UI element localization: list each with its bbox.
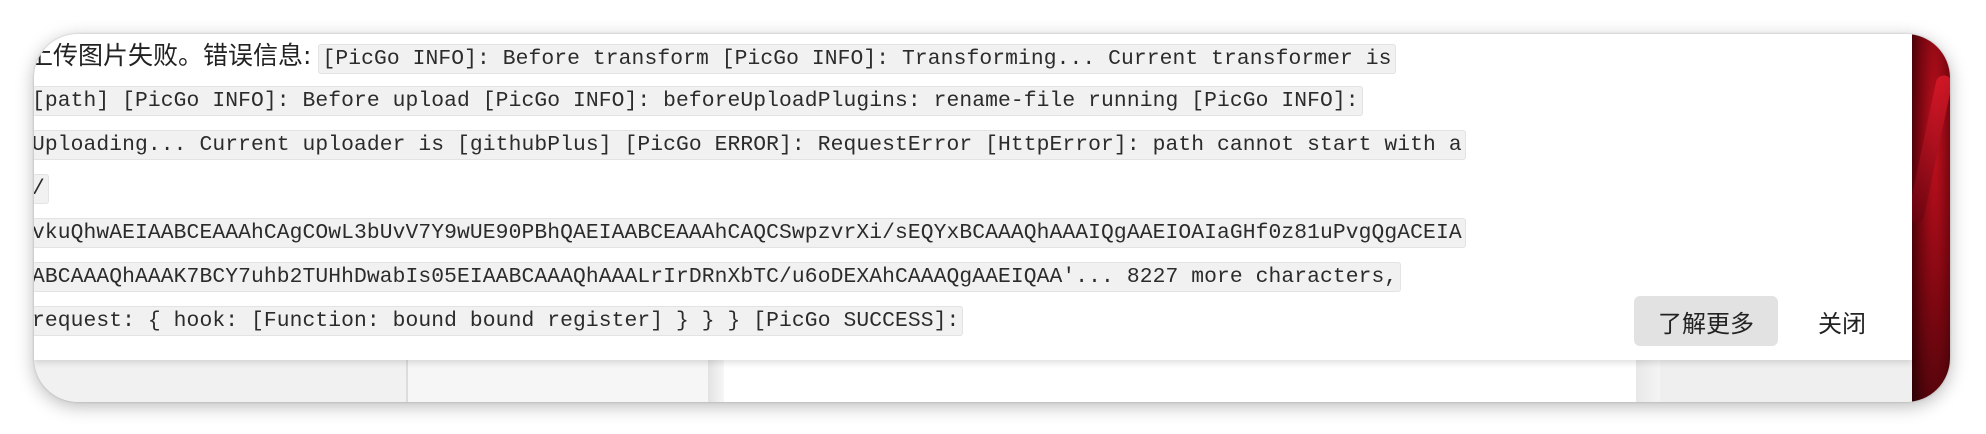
message-line: 上传图片失败。错误信息: [PicGo INFO]: Before transf… <box>34 34 1628 78</box>
message-line: [path] [PicGo INFO]: Before upload [PicG… <box>34 78 1628 122</box>
message-line: / <box>34 166 1628 210</box>
close-button[interactable]: 关闭 <box>1794 296 1890 346</box>
desktop-wallpaper <box>1906 34 1950 402</box>
error-prefix: 上传图片失败。错误信息: <box>34 41 312 70</box>
log-code-line: vkuQhwAEIAABCEAAAhCAgCOwL3bUvV7Y9wUE90PB… <box>34 218 1466 248</box>
log-code-line: request: { hook: [Function: bound bound … <box>34 306 964 336</box>
log-code-line: ABCAAAQhAAAK7BCY7uhb2TUHhDwabIs05EIAABCA… <box>34 262 1402 292</box>
wallpaper-streak <box>1906 73 1950 225</box>
error-message: 上传图片失败。错误信息: [PicGo INFO]: Before transf… <box>34 34 1628 342</box>
screen: 上传图片失败。错误信息: [PicGo INFO]: Before transf… <box>0 0 1986 434</box>
app-window: 上传图片失败。错误信息: [PicGo INFO]: Before transf… <box>34 34 1950 402</box>
log-code-line: / <box>34 174 49 204</box>
message-line: vkuQhwAEIAABCEAAAhCAgCOwL3bUvV7Y9wUE90PB… <box>34 210 1628 254</box>
log-code-line: Uploading... Current uploader is [github… <box>34 130 1466 160</box>
message-line: request: { hook: [Function: bound bound … <box>34 298 1628 342</box>
message-line: ABCAAAQhAAAK7BCY7uhb2TUHhDwabIs05EIAABCA… <box>34 254 1628 298</box>
learn-more-button[interactable]: 了解更多 <box>1634 296 1778 346</box>
log-code-line: [path] [PicGo INFO]: Before upload [PicG… <box>34 86 1363 116</box>
message-line: Uploading... Current uploader is [github… <box>34 122 1628 166</box>
log-code-line: [PicGo INFO]: Before transform [PicGo IN… <box>318 44 1396 74</box>
upload-error-notification: 上传图片失败。错误信息: [PicGo INFO]: Before transf… <box>34 34 1912 360</box>
